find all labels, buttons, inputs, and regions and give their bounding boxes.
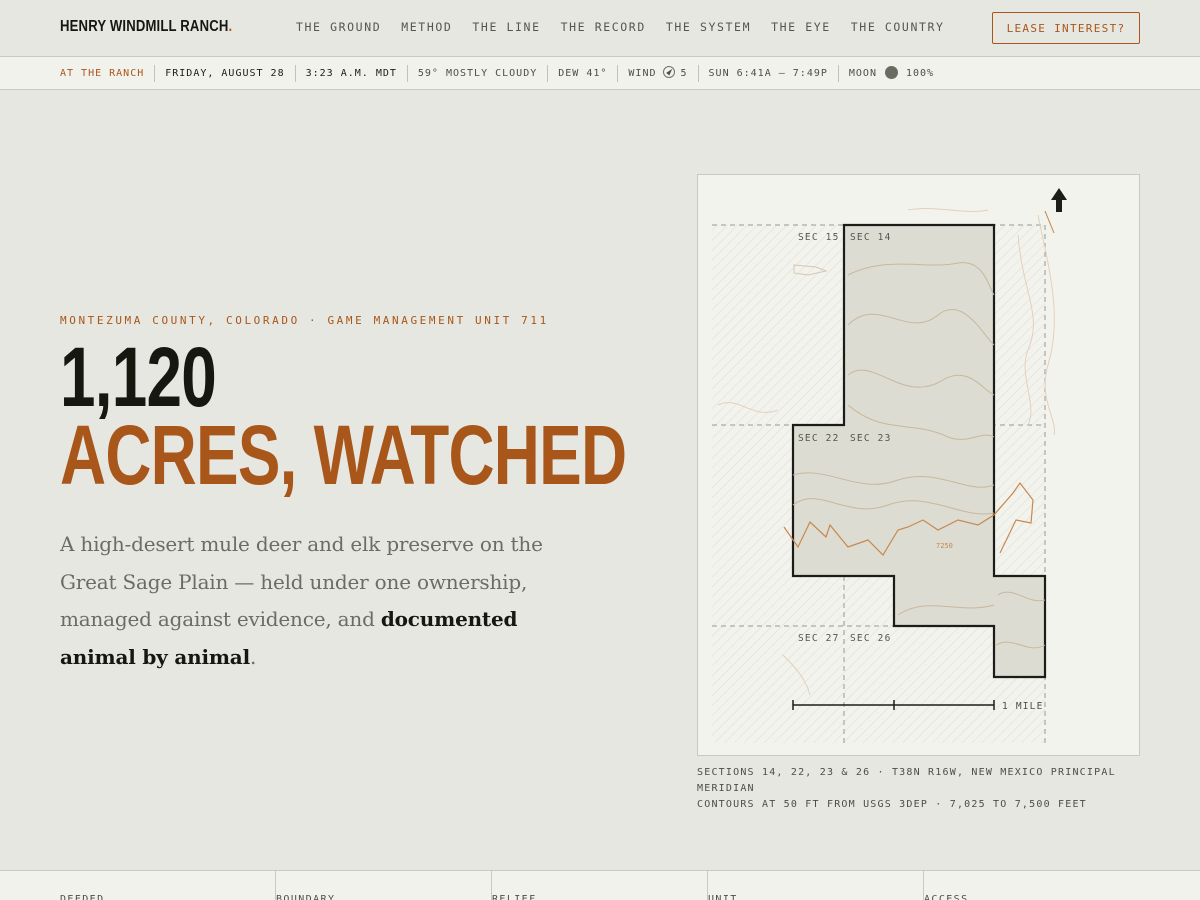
- map-caption-line-2: CONTOURS AT 50 FT FROM USGS 3DEP · 7,025…: [697, 799, 1087, 810]
- status-moon: MOON 100%: [837, 64, 944, 82]
- property-map: SEC 15 SEC 14 SEC 22 SEC 23 SEC 27 SEC 2…: [697, 174, 1140, 756]
- nav-link-the-system[interactable]: THE SYSTEM: [666, 20, 751, 34]
- property-stats: DEEDED BOUNDARY RELIEF UNIT ACCESS: [0, 870, 1200, 900]
- page-title: 1,120 ACRES, WATCHED: [60, 330, 627, 502]
- lease-interest-button[interactable]: LEASE INTEREST?: [992, 12, 1140, 44]
- section-label: SEC 22: [798, 433, 840, 444]
- nav-link-the-record[interactable]: THE RECORD: [561, 20, 646, 34]
- wind-value: 5: [680, 67, 688, 79]
- nav-link-the-ground[interactable]: THE GROUND: [296, 20, 381, 34]
- wind-direction-icon: [662, 66, 675, 78]
- section-label: SEC 15: [798, 232, 840, 243]
- headline-text: ACRES, WATCHED: [60, 408, 627, 502]
- nav-link-the-eye[interactable]: THE EYE: [771, 20, 831, 34]
- status-date: FRIDAY, AUGUST 28: [154, 64, 294, 82]
- nav-links: THE GROUND METHOD THE LINE THE RECORD TH…: [296, 20, 965, 34]
- wind-label: WIND: [628, 67, 657, 79]
- status-dew: DEW 41°: [547, 64, 617, 82]
- property-map-svg: SEC 15 SEC 14 SEC 22 SEC 23 SEC 27 SEC 2…: [712, 188, 1067, 743]
- nav-link-the-country[interactable]: THE COUNTRY: [851, 20, 945, 34]
- status-sun: SUN 6:41A – 7:49P: [697, 64, 838, 82]
- brand-dot: .: [228, 18, 233, 35]
- section-label: SEC 26: [850, 633, 892, 644]
- top-navigation: HENRY WINDMILL RANCH. THE GROUND METHOD …: [0, 0, 1200, 57]
- moon-value: 100%: [905, 67, 935, 79]
- status-time: 3:23 A.M. MDT: [294, 64, 407, 82]
- stat-deeded: DEEDED: [60, 894, 105, 900]
- brand-name: HENRY WINDMILL RANCH: [60, 18, 229, 35]
- brand-logo[interactable]: HENRY WINDMILL RANCH.: [60, 18, 232, 36]
- stat-boundary: BOUNDARY: [275, 871, 335, 900]
- stat-access: ACCESS: [923, 871, 969, 900]
- status-label: AT THE RANCH: [60, 67, 145, 79]
- map-caption: SECTIONS 14, 22, 23 & 26 · T38N R16W, NE…: [697, 765, 1140, 813]
- section-label: SEC 27: [798, 633, 840, 644]
- nav-link-the-line[interactable]: THE LINE: [472, 20, 540, 34]
- intro-paragraph: A high-desert mule deer and elk preserve…: [60, 526, 560, 676]
- nav-link-method[interactable]: METHOD: [401, 20, 452, 34]
- stat-relief: RELIEF: [491, 871, 537, 900]
- contour-elevation-label: 7250: [936, 542, 953, 550]
- moon-label: MOON: [848, 67, 877, 79]
- map-caption-line-1: SECTIONS 14, 22, 23 & 26 · T38N R16W, NE…: [697, 767, 1116, 794]
- location-eyebrow: MONTEZUMA COUNTY, COLORADO · GAME MANAGE…: [60, 314, 549, 327]
- stat-unit: UNIT: [707, 871, 738, 900]
- section-label: SEC 14: [850, 232, 892, 243]
- section-label: SEC 23: [850, 433, 892, 444]
- scale-label: 1 MILE: [1002, 701, 1044, 712]
- status-weather: 59° MOSTLY CLOUDY: [406, 64, 547, 82]
- ranch-status-bar: AT THE RANCH FRIDAY, AUGUST 28 3:23 A.M.…: [0, 57, 1200, 90]
- headline-number: 1,120: [60, 330, 217, 424]
- lede-end: .: [249, 644, 257, 669]
- north-arrow-icon: [1044, 188, 1067, 234]
- moon-phase-icon: [884, 65, 898, 79]
- status-wind: WIND 5: [617, 64, 697, 82]
